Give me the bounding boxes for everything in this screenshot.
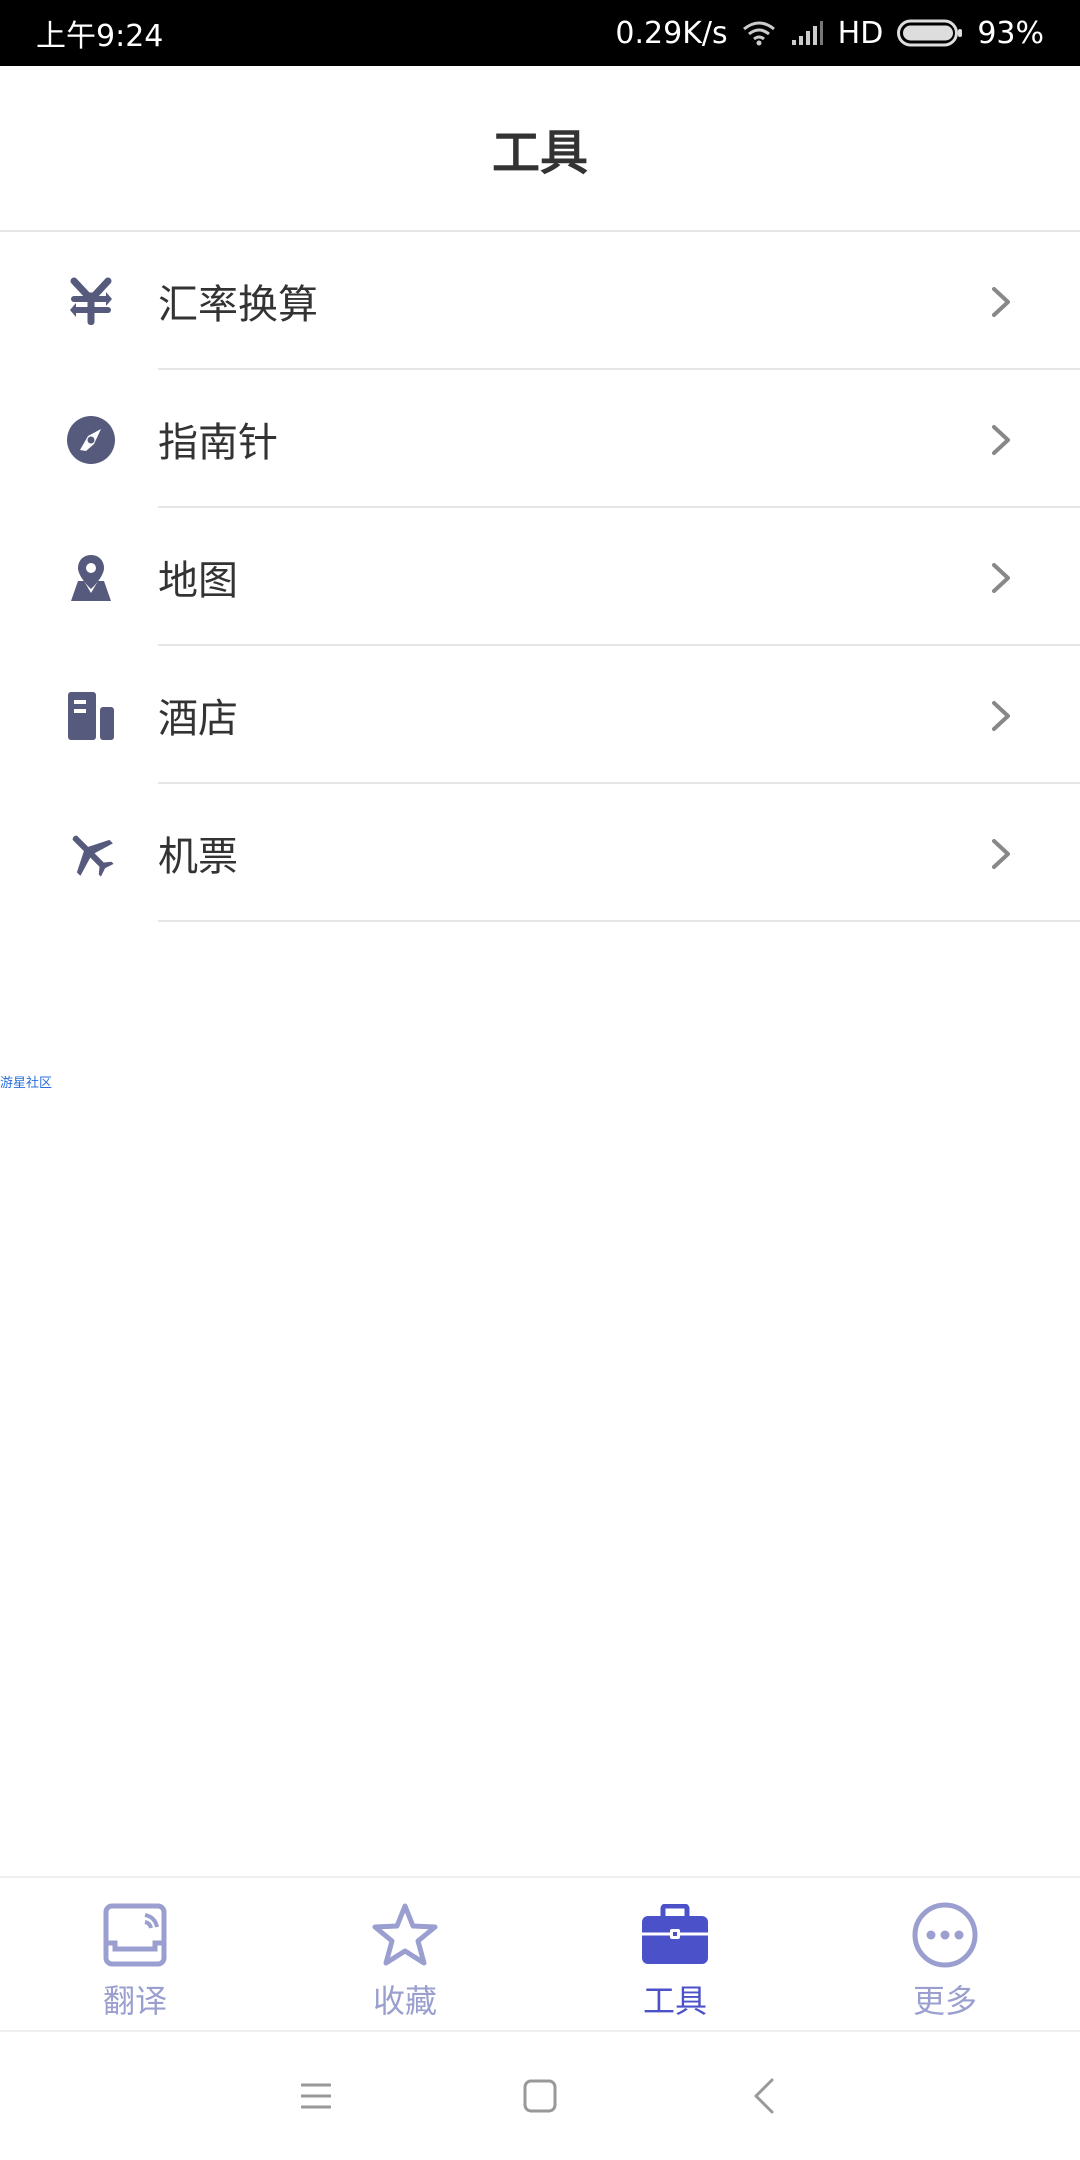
- tool-label: 机票: [158, 834, 238, 880]
- tab-label: 更多: [912, 1982, 977, 2020]
- tool-item-map[interactable]: 地图: [0, 508, 1080, 646]
- network-type: HD: [837, 15, 884, 51]
- more-dots-icon: [910, 1900, 980, 1970]
- title-bar: 工具: [0, 66, 1080, 232]
- tool-item-hotel[interactable]: 酒店: [0, 646, 1080, 784]
- tab-translate[interactable]: 翻译: [0, 1878, 270, 2030]
- tool-item-exchange[interactable]: 汇率换算: [0, 232, 1080, 370]
- hotel-building-icon: [66, 691, 116, 741]
- chevron-right-icon: [992, 701, 1010, 731]
- tab-label: 工具: [642, 1982, 707, 2020]
- airplane-icon: [66, 829, 116, 879]
- briefcase-icon: [640, 1900, 710, 1970]
- chevron-right-icon: [992, 563, 1010, 593]
- screen: 上午9:24 0.29K/s HD 93% 工具 汇率换算 指南针 地图 酒店 …: [0, 0, 1080, 2160]
- tab-favorites[interactable]: 收藏: [270, 1878, 540, 2030]
- status-right: 0.29K/s HD 93%: [615, 16, 1044, 51]
- translate-icon: [100, 1900, 170, 1970]
- tool-label: 指南针: [158, 420, 278, 466]
- tab-more[interactable]: 更多: [810, 1878, 1080, 2030]
- chevron-right-icon: [992, 425, 1010, 455]
- menu-icon[interactable]: [294, 2074, 338, 2118]
- tool-list: 汇率换算 指南针 地图 酒店 机票: [0, 232, 1080, 922]
- community-link[interactable]: 游星社区: [0, 1072, 52, 1091]
- status-time: 上午9:24: [36, 19, 164, 54]
- chevron-right-icon: [992, 287, 1010, 317]
- bottom-tab-bar: 翻译 收藏 工具 更多: [0, 1876, 1080, 2030]
- tab-label: 翻译: [102, 1982, 167, 2020]
- star-icon: [370, 1900, 440, 1970]
- tool-label: 酒店: [158, 696, 238, 742]
- tool-label: 地图: [158, 558, 238, 604]
- currency-exchange-icon: [66, 277, 116, 327]
- page-title: 工具: [491, 125, 588, 181]
- status-bar: 上午9:24 0.29K/s HD 93%: [0, 0, 1080, 66]
- system-nav-bar: [0, 2030, 1080, 2160]
- signal-icon: [790, 20, 824, 46]
- chevron-right-icon: [992, 839, 1010, 869]
- divider: [158, 920, 1080, 922]
- wifi-icon: [742, 20, 776, 46]
- back-icon[interactable]: [742, 2074, 786, 2118]
- map-pin-icon: [66, 553, 116, 603]
- tab-tools[interactable]: 工具: [540, 1878, 810, 2030]
- tool-item-flight[interactable]: 机票: [0, 784, 1080, 922]
- battery-level: 93%: [977, 15, 1044, 51]
- tool-item-compass[interactable]: 指南针: [0, 370, 1080, 508]
- compass-icon: [66, 415, 116, 465]
- network-speed: 0.29K/s: [615, 15, 728, 51]
- home-icon[interactable]: [518, 2074, 562, 2118]
- battery-icon: [897, 19, 963, 47]
- tool-label: 汇率换算: [158, 282, 318, 328]
- tab-label: 收藏: [372, 1982, 437, 2020]
